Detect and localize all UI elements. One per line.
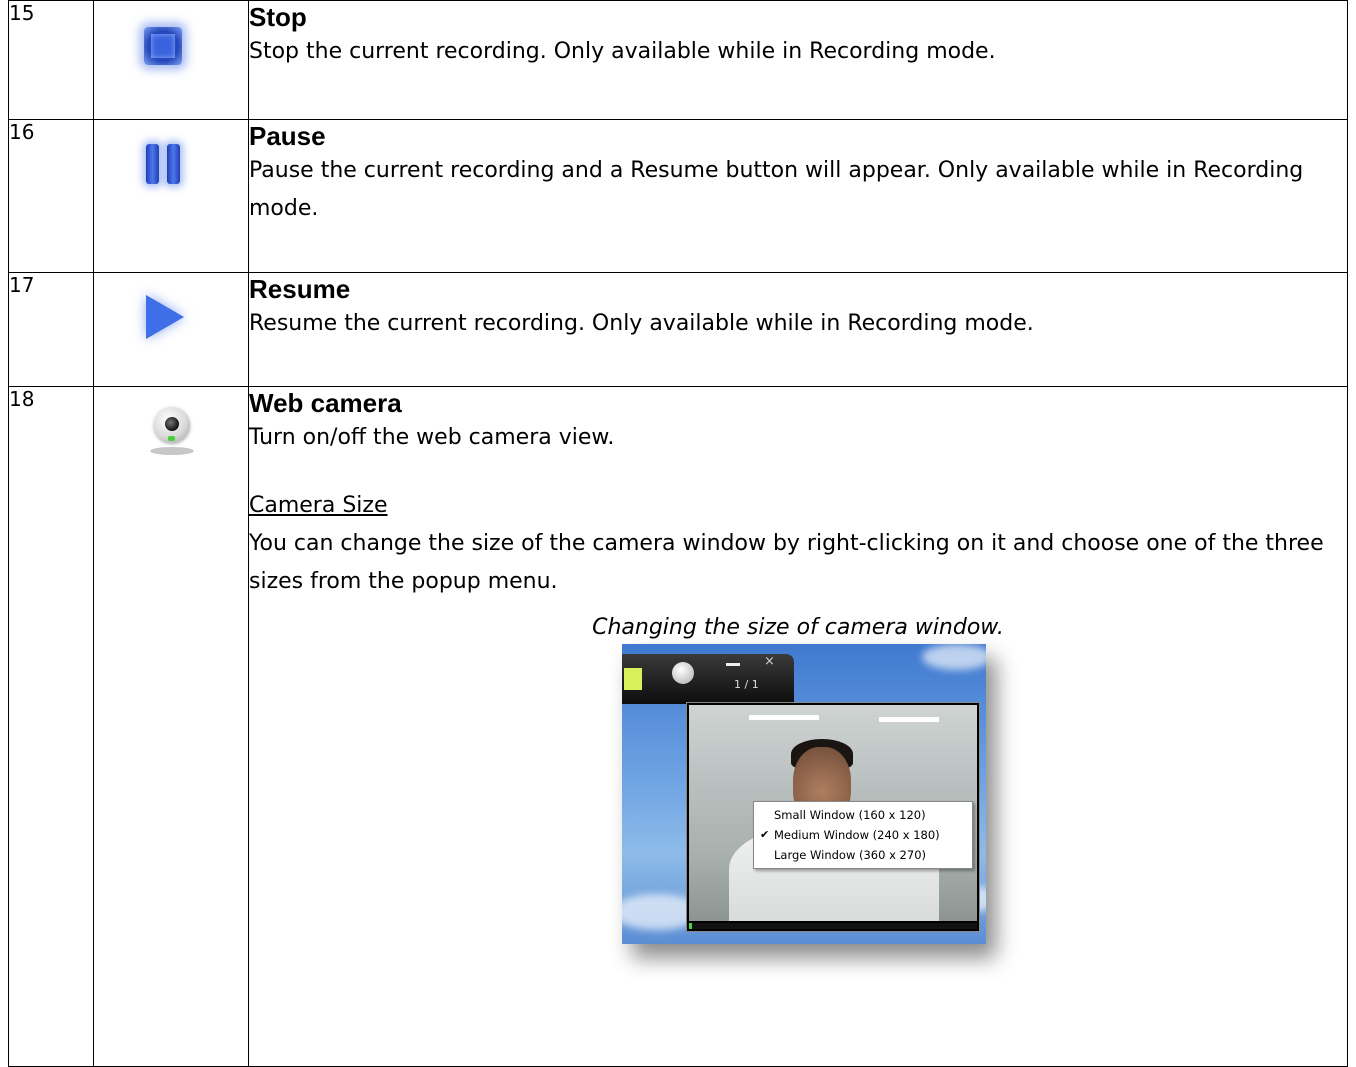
webcam-icon: [672, 662, 694, 684]
camera-window-screenshot: × 1 / 1 Small Window (160 x 120) ✔ Mediu…: [622, 644, 986, 944]
row-description: Pause the current recording and a Resume…: [249, 158, 1304, 221]
subheading-description: You can change the size of the camera wi…: [249, 531, 1324, 594]
menu-item-medium-window[interactable]: ✔ Medium Window (240 x 180): [754, 825, 972, 845]
menu-item-large-window[interactable]: Large Window (360 x 270): [754, 845, 972, 865]
table-row: 15 Stop Stop the current recording. Only…: [8, 0, 1348, 120]
page-indicator: 1 / 1: [734, 678, 759, 691]
close-icon: ×: [764, 654, 775, 669]
row-number: 15: [8, 0, 94, 120]
feature-table: 15 Stop Stop the current recording. Only…: [8, 0, 1348, 1067]
pause-icon: [146, 144, 180, 184]
webcam-icon: [150, 407, 194, 457]
row-description: Resume the current recording. Only avail…: [249, 311, 1034, 336]
row-title: Resume: [249, 274, 351, 304]
table-row: 16 Pause Pause the current recording and…: [8, 119, 1348, 273]
row-title: Pause: [249, 121, 326, 151]
camera-size-menu: Small Window (160 x 120) ✔ Medium Window…: [753, 801, 973, 869]
stop-icon: [144, 27, 182, 65]
row-number: 18: [8, 386, 94, 1067]
row-number: 17: [8, 272, 94, 387]
color-swatch: [624, 668, 642, 690]
resume-icon: [146, 295, 184, 339]
check-icon: ✔: [760, 828, 770, 841]
camera-status-strip: [689, 923, 977, 929]
row-number: 16: [8, 119, 94, 273]
subheading: Camera Size: [249, 493, 388, 518]
minimize-icon: [726, 663, 740, 666]
row-title: Web camera: [249, 388, 402, 418]
row-title: Stop: [249, 2, 307, 32]
recorder-toolbar: × 1 / 1: [622, 654, 794, 704]
table-row: 17 Resume Resume the current recording. …: [8, 272, 1348, 387]
row-description: Turn on/off the web camera view.: [249, 425, 615, 450]
camera-window: Small Window (160 x 120) ✔ Medium Window…: [686, 702, 980, 932]
menu-item-small-window[interactable]: Small Window (160 x 120): [754, 805, 972, 825]
row-description: Stop the current recording. Only availab…: [249, 39, 996, 64]
table-row: 18 Web camera Turn on/off the web camera…: [8, 386, 1348, 1067]
figure-caption: Changing the size of camera window.: [592, 615, 1004, 640]
